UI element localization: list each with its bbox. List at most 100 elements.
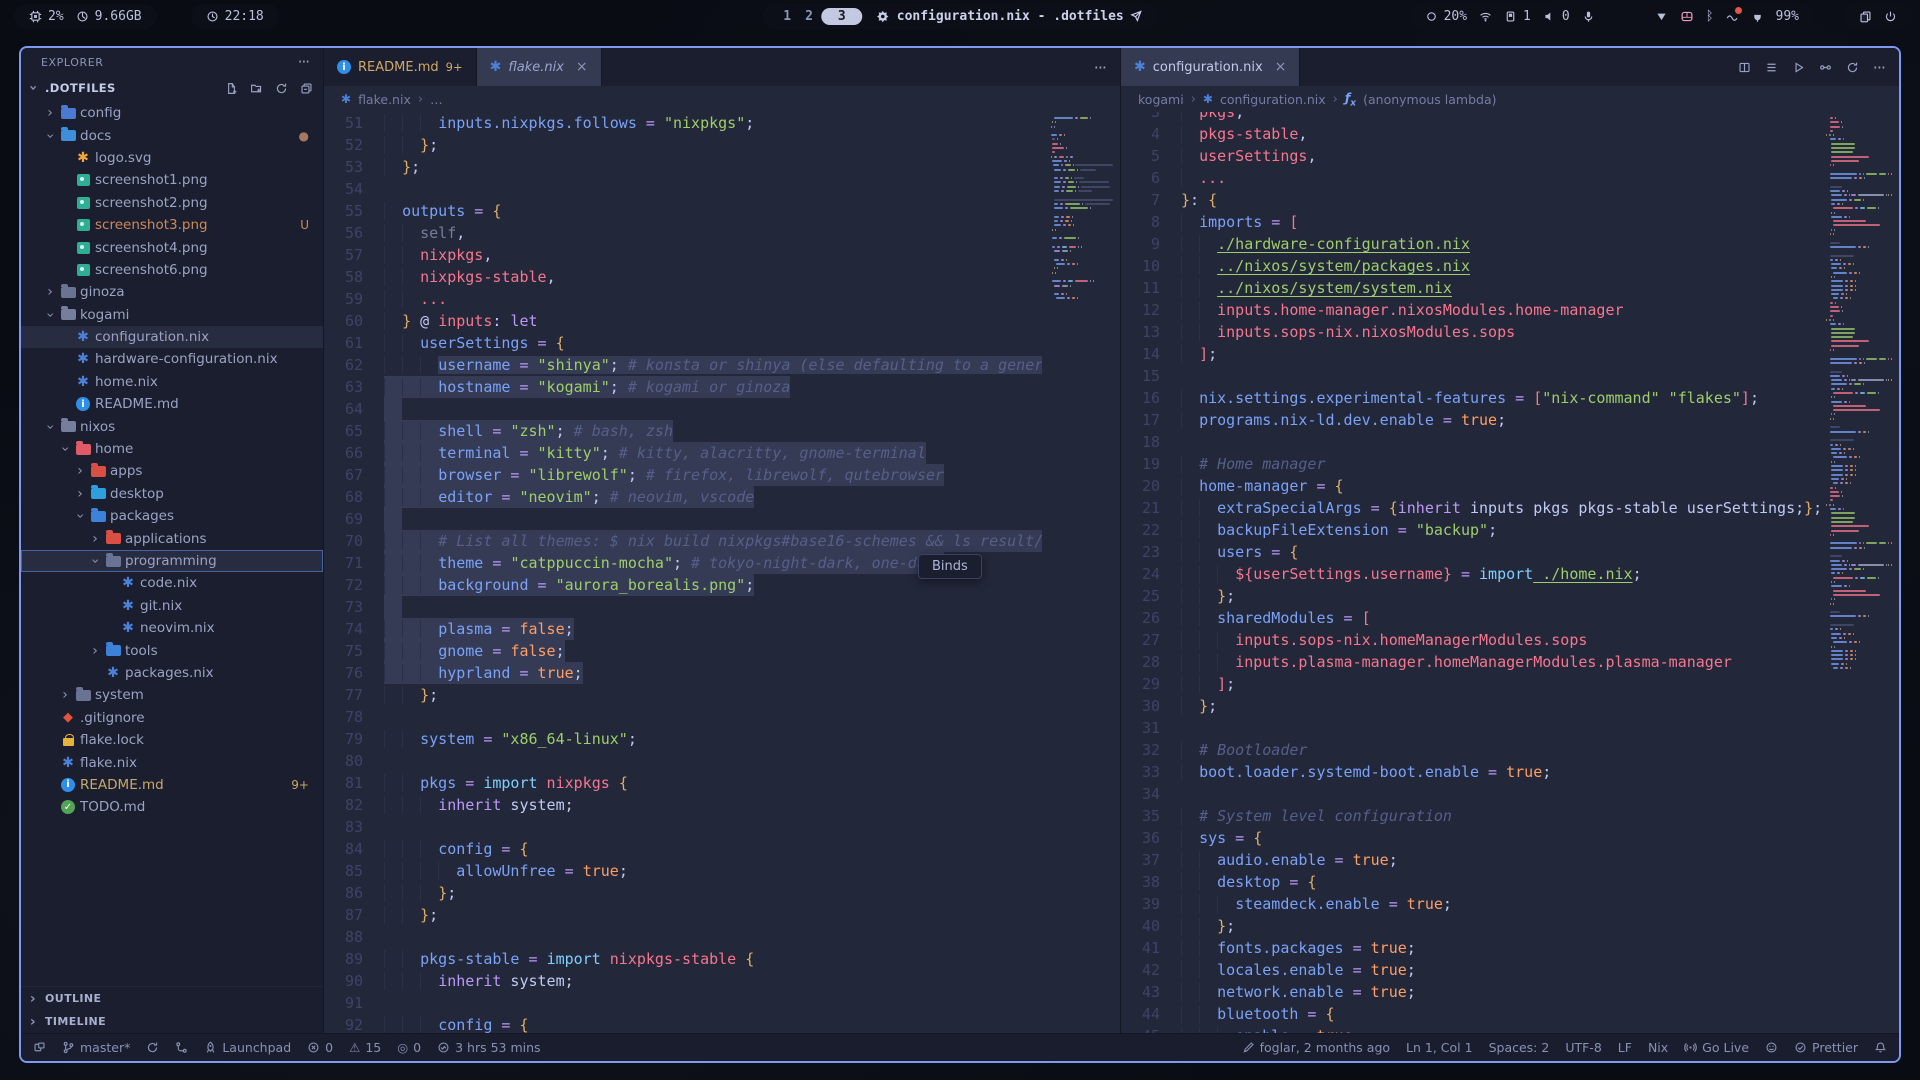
- code-line-75[interactable]: 75 gnome = false;: [324, 640, 1042, 662]
- git-branch-module[interactable]: master*: [62, 1040, 130, 1055]
- tree-item-kogami[interactable]: ›kogami: [21, 304, 323, 326]
- workspace-root-row[interactable]: › .DOTFILES: [21, 76, 323, 100]
- tree-item-home[interactable]: ›home: [21, 438, 323, 460]
- code-line-81[interactable]: 81 pkgs = import nixpkgs {: [324, 772, 1042, 794]
- tree-item-screenshot1-png[interactable]: screenshot1.png: [21, 169, 323, 191]
- open-changes-icon[interactable]: [1819, 61, 1832, 74]
- tree-item-git-nix[interactable]: ✱git.nix: [21, 595, 323, 617]
- collapse-all-icon[interactable]: [300, 82, 313, 95]
- tree-item-screenshot4-png[interactable]: screenshot4.png: [21, 236, 323, 258]
- tree-item-configuration-nix[interactable]: ✱configuration.nix: [21, 326, 323, 348]
- blame-module[interactable]: foglar, 2 months ago: [1242, 1040, 1390, 1055]
- code-line-32[interactable]: 32 # Bootloader: [1121, 739, 1821, 761]
- chevron-down-icon[interactable]: ›: [42, 419, 58, 435]
- code-line-18[interactable]: 18: [1121, 431, 1821, 453]
- tree-item-system[interactable]: ›system: [21, 684, 323, 706]
- tree-item-home-nix[interactable]: ✱home.nix: [21, 371, 323, 393]
- tab-flake-nix[interactable]: ✱ flake.nix ×: [477, 48, 602, 86]
- golive-module[interactable]: Go Live: [1684, 1040, 1749, 1055]
- code-line-88[interactable]: 88: [324, 926, 1042, 948]
- code-line-33[interactable]: 33 boot.loader.systemd-boot.enable = tru…: [1121, 761, 1821, 783]
- code-line-7[interactable]: 7}: {: [1121, 189, 1821, 211]
- chevron-down-icon[interactable]: ›: [42, 307, 58, 323]
- code-line-30[interactable]: 30 };: [1121, 695, 1821, 717]
- code-line-63[interactable]: 63 hostname = "kogami"; # kogami or gino…: [324, 376, 1042, 398]
- tab-configuration-nix[interactable]: ✱ configuration.nix ×: [1121, 48, 1300, 86]
- code-line-37[interactable]: 37 audio.enable = true;: [1121, 849, 1821, 871]
- code-line-28[interactable]: 28 inputs.plasma-manager.homeManagerModu…: [1121, 651, 1821, 673]
- code-line-53[interactable]: 53 };: [324, 156, 1042, 178]
- minimap[interactable]: [1042, 114, 1120, 1033]
- breadcrumb-item[interactable]: flake.nix: [358, 92, 411, 107]
- explorer-more-actions-icon[interactable]: ···: [298, 53, 309, 71]
- tree-item-docs[interactable]: ›docs●: [21, 124, 323, 146]
- code-line-45[interactable]: 45 enable = true;: [1121, 1025, 1821, 1033]
- code-line-31[interactable]: 31: [1121, 717, 1821, 739]
- breadcrumb-item[interactable]: …: [430, 92, 443, 107]
- code-line-19[interactable]: 19 # Home manager: [1121, 453, 1821, 475]
- tree-item-readme-md[interactable]: iREADME.md9+: [21, 774, 323, 796]
- code-line-27[interactable]: 27 inputs.sops-nix.homeManagerModules.so…: [1121, 629, 1821, 651]
- code-line-62[interactable]: 62 username = "shinya"; # konsta or shin…: [324, 354, 1042, 376]
- code-line-11[interactable]: 11 ../nixos/system/system.nix: [1121, 277, 1821, 299]
- code-line-29[interactable]: 29 ];: [1121, 673, 1821, 695]
- code-line-92[interactable]: 92 config = {: [324, 1014, 1042, 1033]
- tree-item-hardware-configuration-nix[interactable]: ✱hardware-configuration.nix: [21, 348, 323, 370]
- code-line-69[interactable]: 69: [324, 508, 1042, 530]
- tree-item-nixos[interactable]: ›nixos: [21, 415, 323, 437]
- code-line-66[interactable]: 66 terminal = "kitty"; # kitty, alacritt…: [324, 442, 1042, 464]
- tree-item-ginoza[interactable]: ›ginoza: [21, 281, 323, 303]
- code-line-39[interactable]: 39 steamdeck.enable = true;: [1121, 893, 1821, 915]
- code-line-51[interactable]: 51 inputs.nixpkgs.follows = "nixpkgs";: [324, 112, 1042, 134]
- code-line-22[interactable]: 22 backupFileExtension = "backup";: [1121, 519, 1821, 541]
- chevron-down-icon[interactable]: ›: [87, 553, 103, 569]
- tree-item-flake-lock[interactable]: flake.lock: [21, 729, 323, 751]
- status-text[interactable]: Nix: [1648, 1040, 1668, 1055]
- tree-item-screenshot3-png[interactable]: screenshot3.pngU: [21, 214, 323, 236]
- more-actions-icon[interactable]: ···: [1873, 58, 1885, 77]
- code-line-5[interactable]: 5 userSettings,: [1121, 145, 1821, 167]
- code-line-41[interactable]: 41 fonts.packages = true;: [1121, 937, 1821, 959]
- code-line-15[interactable]: 15: [1121, 365, 1821, 387]
- code-line-73[interactable]: 73: [324, 596, 1042, 618]
- breadcrumb-left[interactable]: ✱ flake.nix › …: [324, 86, 1120, 112]
- tree-item-programming[interactable]: ›programming: [21, 550, 323, 572]
- code-line-21[interactable]: 21 extraSpecialArgs = {inherit inputs pk…: [1121, 497, 1821, 519]
- code-line-60[interactable]: 60 } @ inputs: let: [324, 310, 1042, 332]
- code-line-36[interactable]: 36 sys = {: [1121, 827, 1821, 849]
- breadcrumb-item[interactable]: (anonymous lambda): [1363, 92, 1496, 107]
- code-line-64[interactable]: 64: [324, 398, 1042, 420]
- workspace-switcher[interactable]: 123: [777, 8, 862, 25]
- code-line-70[interactable]: 70 # List all themes: $ nix build nixpkg…: [324, 530, 1042, 552]
- chevron-right-icon[interactable]: ›: [42, 284, 58, 300]
- code-line-86[interactable]: 86 };: [324, 882, 1042, 904]
- code-line-13[interactable]: 13 inputs.sops-nix.nixosModules.sops: [1121, 321, 1821, 343]
- code-line-25[interactable]: 25 };: [1121, 585, 1821, 607]
- status-text[interactable]: Ln 1, Col 1: [1406, 1040, 1473, 1055]
- tree-item--gitignore[interactable]: ◆.gitignore: [21, 707, 323, 729]
- code-line-20[interactable]: 20 home-manager = {: [1121, 475, 1821, 497]
- code-line-89[interactable]: 89 pkgs-stable = import nixpkgs-stable {: [324, 948, 1042, 970]
- breadcrumb-right[interactable]: kogami › ✱ configuration.nix › ƒx (anony…: [1121, 86, 1899, 112]
- split-editor-icon[interactable]: [1738, 61, 1751, 74]
- close-icon[interactable]: ×: [1275, 59, 1287, 75]
- code-line-56[interactable]: 56 self,: [324, 222, 1042, 244]
- code-line-26[interactable]: 26 sharedModules = [: [1121, 607, 1821, 629]
- code-line-68[interactable]: 68 editor = "neovim"; # neovim, vscode: [324, 486, 1042, 508]
- chevron-down-icon[interactable]: ›: [72, 508, 88, 524]
- code-line-16[interactable]: 16 nix.settings.experimental-features = …: [1121, 387, 1821, 409]
- tree-item-packages-nix[interactable]: ✱packages.nix: [21, 662, 323, 684]
- run-icon[interactable]: [1792, 61, 1805, 74]
- code-line-40[interactable]: 40 };: [1121, 915, 1821, 937]
- code-line-10[interactable]: 10 ../nixos/system/packages.nix: [1121, 255, 1821, 277]
- code-line-84[interactable]: 84 config = {: [324, 838, 1042, 860]
- code-line-77[interactable]: 77 };: [324, 684, 1042, 706]
- prettier-module[interactable]: Prettier: [1794, 1040, 1858, 1055]
- power-module[interactable]: [1844, 4, 1912, 29]
- tree-item-packages[interactable]: ›packages: [21, 505, 323, 527]
- tab-readme[interactable]: i README.md 9+: [324, 48, 477, 86]
- more-actions-icon[interactable]: ···: [1094, 58, 1106, 77]
- timeline-section-header[interactable]: › TIMELINE: [21, 1010, 323, 1033]
- code-line-90[interactable]: 90 inherit system;: [324, 970, 1042, 992]
- code-line-57[interactable]: 57 nixpkgs,: [324, 244, 1042, 266]
